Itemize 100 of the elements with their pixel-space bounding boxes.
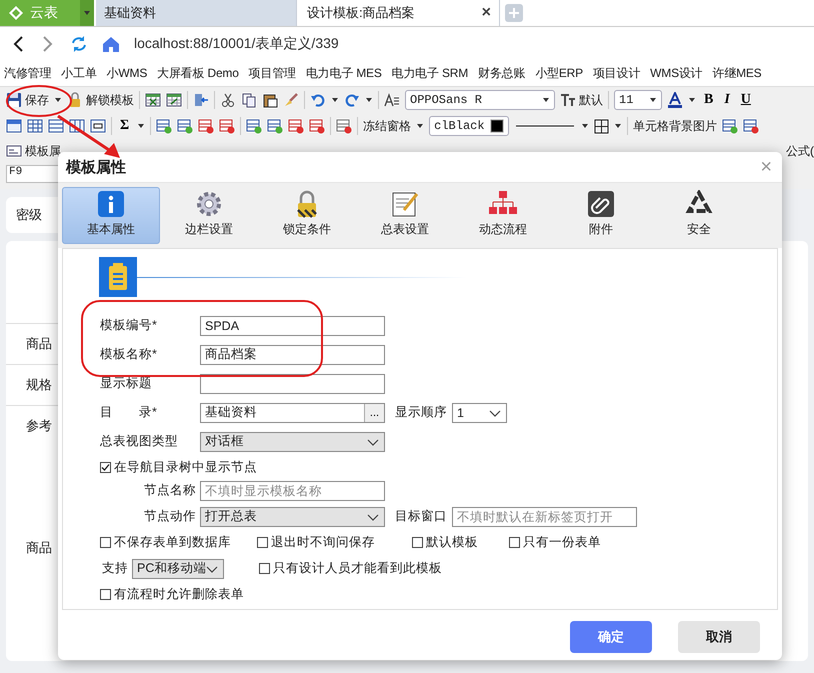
dialog-tab[interactable]: 边栏设置: [160, 187, 258, 244]
caret-icon[interactable]: [581, 122, 590, 130]
dialog-tab[interactable]: 总表设置: [356, 187, 454, 244]
text-field[interactable]: 商品档案: [200, 344, 385, 364]
insert-column-icon[interactable]: [267, 118, 284, 134]
caret-icon[interactable]: [54, 96, 62, 104]
font-size-dropdown[interactable]: 11: [614, 90, 662, 110]
checkbox[interactable]: [100, 589, 111, 600]
bookmark-link[interactable]: WMS设计: [650, 65, 702, 82]
bookmark-link[interactable]: 大屏看板 Demo: [157, 65, 239, 82]
checkbox[interactable]: [100, 462, 111, 473]
browser-tab[interactable]: 基础资料: [96, 0, 297, 26]
dialog-tab[interactable]: 附件: [552, 187, 650, 244]
underline-button[interactable]: U: [738, 92, 754, 108]
brush-icon[interactable]: [283, 92, 299, 108]
dialog-tab[interactable]: 安全: [650, 187, 748, 244]
formula-button[interactable]: 公式(: [786, 142, 814, 160]
bookmark-link[interactable]: 财务总账: [478, 65, 526, 82]
bookmark-link[interactable]: 小工单: [61, 65, 97, 82]
confirm-button[interactable]: 确定: [570, 621, 652, 653]
font-color-icon[interactable]: [667, 92, 683, 108]
insert-column-icon[interactable]: [246, 118, 262, 134]
save-button[interactable]: 保存: [6, 92, 49, 108]
directory-field[interactable]: 基础资料 ...: [200, 402, 385, 422]
address-bar[interactable]: localhost:88/10001/表单定义/339: [134, 35, 339, 53]
bold-button[interactable]: B: [701, 92, 716, 108]
freeze-panes-button[interactable]: 冻结窗格: [363, 118, 412, 134]
caret-icon[interactable]: [688, 96, 696, 104]
bookmark-link[interactable]: 项目管理: [248, 65, 296, 82]
insert-row-icon[interactable]: [177, 118, 194, 134]
cell-reference-field[interactable]: F9: [6, 165, 60, 183]
bookmark-link[interactable]: 项目设计: [592, 65, 640, 82]
table-icon[interactable]: [48, 118, 64, 134]
clipboard-icon: [99, 257, 137, 297]
bookmark-link[interactable]: 小WMS: [106, 65, 148, 82]
text-field[interactable]: [200, 374, 385, 394]
text-field[interactable]: 不填时默认在新标签页打开: [452, 506, 637, 526]
table-icon[interactable]: [6, 118, 22, 134]
field-label: 节点动作: [143, 508, 197, 525]
field-label: 模板名称*: [100, 346, 158, 363]
view-type-dropdown[interactable]: 对话框: [200, 432, 385, 452]
checkbox[interactable]: [100, 537, 111, 548]
remove-image-icon[interactable]: [743, 118, 760, 134]
home-icon[interactable]: [102, 35, 120, 53]
italic-button[interactable]: I: [721, 92, 733, 108]
door-exit-icon[interactable]: [193, 92, 209, 108]
spreadsheet-icon[interactable]: [145, 92, 161, 108]
caret-icon[interactable]: [649, 96, 657, 104]
text-field[interactable]: 不填时显示模板名称: [200, 480, 385, 500]
delete-column-icon[interactable]: [288, 118, 304, 134]
default-font-button[interactable]: 默认: [560, 92, 603, 108]
platform-dropdown[interactable]: PC和移动端: [132, 558, 224, 578]
bookmark-link[interactable]: 汽修管理: [4, 65, 52, 82]
dialog-tab[interactable]: 基本属性: [62, 187, 160, 244]
checkbox[interactable]: [257, 537, 268, 548]
insert-row-icon[interactable]: [156, 118, 172, 134]
caret-icon[interactable]: [331, 96, 339, 104]
dialog-tab[interactable]: 动态流程: [454, 187, 552, 244]
add-image-icon[interactable]: [722, 118, 738, 134]
clipboard-icon[interactable]: [262, 92, 278, 108]
order-dropdown[interactable]: 1: [452, 402, 507, 422]
refresh-icon[interactable]: [70, 35, 88, 53]
redo-icon[interactable]: [344, 92, 360, 108]
close-tab-button[interactable]: ×: [482, 4, 491, 22]
table-icon[interactable]: [90, 118, 106, 134]
delete-row-icon[interactable]: [219, 118, 236, 134]
browse-button[interactable]: ...: [364, 404, 384, 422]
table-icon[interactable]: [27, 118, 43, 134]
text-field[interactable]: SPDA: [200, 316, 385, 336]
checkbox[interactable]: [259, 563, 270, 574]
caret-icon[interactable]: [365, 96, 373, 104]
color-dropdown[interactable]: clBlack: [429, 116, 510, 136]
caret-icon[interactable]: [542, 96, 550, 104]
sum-button[interactable]: Σ: [117, 118, 132, 134]
cell-background-image-button[interactable]: 单元格背景图片: [633, 118, 718, 134]
spreadsheet-icon[interactable]: [166, 92, 182, 108]
unlock-template-button[interactable]: 解锁模板: [67, 92, 134, 108]
annotation-ellipse: [6, 85, 72, 117]
bookmark-link[interactable]: 电力电子 MES: [306, 65, 382, 82]
bookmark-link[interactable]: 小型ERP: [535, 65, 583, 82]
font-family-dropdown[interactable]: OPPOSans R: [405, 90, 555, 110]
bookmark-link[interactable]: 电力电子 SRM: [392, 65, 468, 82]
checkbox[interactable]: [412, 537, 423, 548]
dialog-tab[interactable]: 锁定条件: [258, 187, 356, 244]
border-grid-icon[interactable]: [594, 118, 610, 134]
checkbox-label: 只有设计人员才能看到此模板: [273, 560, 442, 577]
caret-icon[interactable]: [614, 122, 622, 130]
caret-icon[interactable]: [416, 122, 424, 130]
cancel-button[interactable]: 取消: [678, 621, 760, 653]
delete-column-icon[interactable]: [309, 118, 326, 134]
caret-icon[interactable]: [137, 122, 146, 130]
paperclip-icon: [587, 190, 615, 218]
undo-icon[interactable]: [310, 92, 326, 108]
font-settings-icon[interactable]: [384, 92, 400, 108]
scissors-icon[interactable]: [220, 92, 236, 108]
node-action-dropdown[interactable]: 打开总表: [200, 506, 385, 526]
checkbox[interactable]: [509, 537, 520, 548]
delete-row-icon[interactable]: [198, 118, 214, 134]
copy-icon[interactable]: [241, 92, 257, 108]
bookmark-link[interactable]: 许继MES: [712, 65, 762, 82]
